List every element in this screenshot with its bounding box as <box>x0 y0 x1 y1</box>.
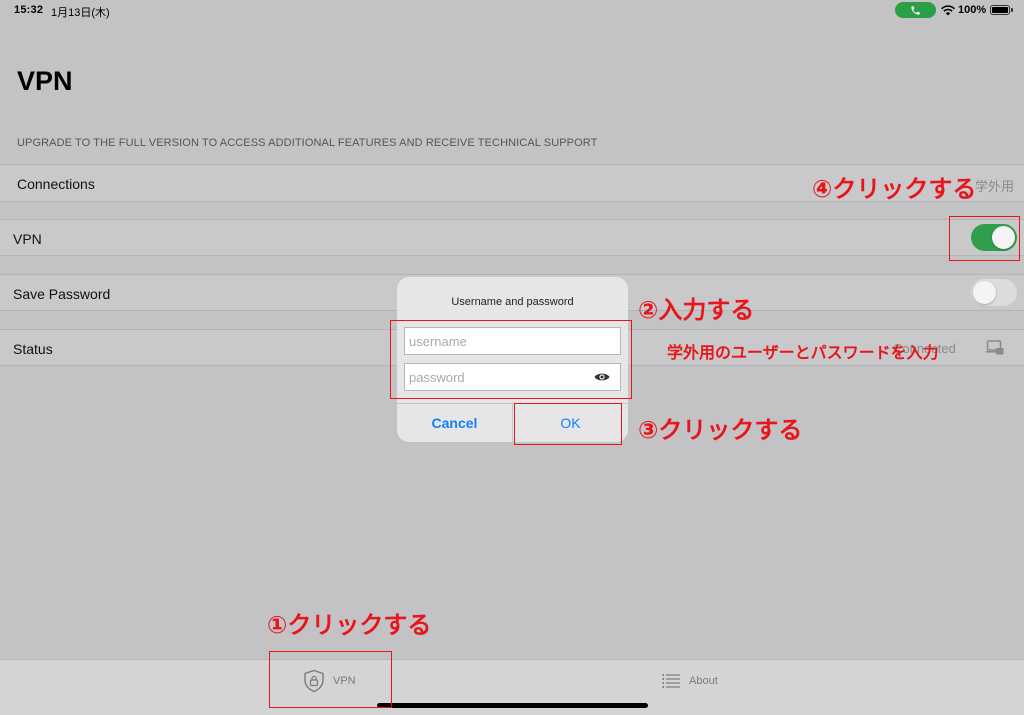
annotation-step3: ③クリックする <box>638 416 803 444</box>
cancel-button[interactable]: Cancel <box>397 403 512 442</box>
status-bar: 15:32 1月13日(木) 100% <box>0 0 1024 22</box>
dialog-title: Username and password <box>451 296 574 308</box>
laptop-lock-icon <box>986 340 1004 355</box>
annotation-box-vpn-toggle <box>949 216 1020 261</box>
annotation-step4: ④クリックする <box>812 175 977 203</box>
connections-label: Connections <box>17 176 95 192</box>
vpn-row: VPN <box>0 219 1024 256</box>
status-label: Status <box>13 341 53 357</box>
annotation-step2-note: 学外用のユーザーとパスワードを入力 <box>667 343 939 362</box>
connections-value: 学外用 <box>974 179 1014 194</box>
battery-tip <box>1011 8 1013 12</box>
wifi-icon <box>941 5 955 16</box>
save-password-toggle[interactable] <box>971 279 1017 306</box>
annotation-step2: ②入力する <box>638 296 755 324</box>
page-title: VPN <box>17 66 73 96</box>
annotation-box-ok <box>514 403 622 445</box>
annotation-box-credentials <box>390 320 632 399</box>
phone-icon[interactable] <box>895 2 936 18</box>
vpn-label: VPN <box>13 231 42 247</box>
status-time: 15:32 <box>14 4 44 16</box>
upgrade-note[interactable]: UPGRADE TO THE FULL VERSION TO ACCESS AD… <box>17 137 597 149</box>
battery-percent: 100% <box>958 4 987 16</box>
annotation-box-vpn-tab <box>269 651 392 708</box>
save-password-label: Save Password <box>13 286 111 302</box>
annotation-step1: ①クリックする <box>267 611 432 639</box>
home-indicator[interactable] <box>377 703 648 708</box>
list-icon <box>662 674 680 688</box>
tab-about[interactable]: About <box>662 673 718 689</box>
status-date: 1月13日(木) <box>51 7 110 19</box>
tab-about-label: About <box>689 675 718 687</box>
save-password-toggle-knob <box>973 281 996 304</box>
battery-icon <box>990 5 1010 15</box>
